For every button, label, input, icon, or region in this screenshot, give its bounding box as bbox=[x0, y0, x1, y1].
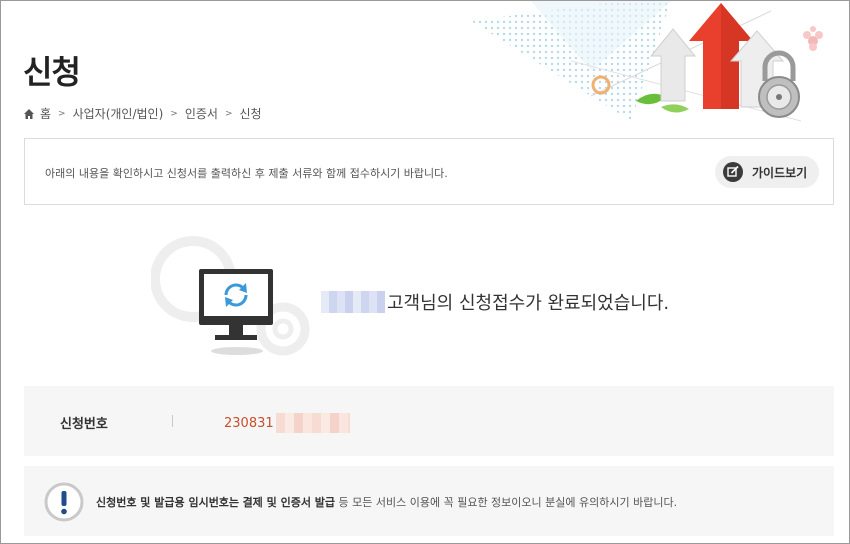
application-number-value: 230831 bbox=[224, 413, 350, 433]
masked-application-number bbox=[275, 413, 350, 433]
divider bbox=[172, 415, 173, 427]
breadcrumb-separator: > bbox=[170, 108, 178, 119]
breadcrumb-item-certificate[interactable]: 인증서 bbox=[185, 105, 218, 122]
edit-icon bbox=[723, 162, 743, 182]
hero-illustration bbox=[471, 1, 823, 122]
notice-box: 아래의 내용을 확인하시고 신청서를 출력하신 후 제출 서류와 함께 접수하시… bbox=[24, 138, 834, 205]
application-number-visible: 230831 bbox=[224, 415, 274, 431]
exclamation-icon bbox=[44, 482, 84, 522]
completion-section: 고객님의 신청접수가 완료되었습니다. bbox=[1, 229, 849, 369]
guide-button[interactable]: 가이드보기 bbox=[715, 156, 819, 188]
application-number-label: 신청번호 bbox=[60, 417, 108, 432]
warning-bold-2: 결제 및 인증서 발급 bbox=[242, 496, 336, 509]
guide-button-label: 가이드보기 bbox=[752, 165, 808, 180]
home-icon[interactable] bbox=[23, 108, 35, 120]
warning-rest: 등 모든 서비스 이용에 꼭 필요한 정보이오니 분실에 유의하시기 바랍니다. bbox=[338, 496, 678, 509]
breadcrumb-item-business[interactable]: 사업자(개인/법인) bbox=[73, 105, 164, 122]
breadcrumb-item-apply: 신청 bbox=[239, 107, 262, 121]
page-title: 신청 bbox=[23, 53, 81, 91]
completion-message-text: 고객님의 신청접수가 완료되었습니다. bbox=[387, 293, 670, 314]
monitor-refresh-illustration bbox=[151, 236, 310, 356]
application-complete-page: 신청 홈 > 사업자(개인/법인) > 인증서 > 신청 아래의 내용을 확인하… bbox=[0, 0, 850, 544]
breadcrumb-separator: > bbox=[58, 108, 66, 119]
breadcrumb-separator: > bbox=[224, 108, 233, 119]
breadcrumb-item-home[interactable]: 홈 bbox=[40, 105, 51, 122]
completion-message: 고객님의 신청접수가 완료되었습니다. bbox=[321, 289, 669, 315]
notice-text: 아래의 내용을 확인하시고 신청서를 출력하신 후 제출 서류와 함께 접수하시… bbox=[45, 167, 448, 180]
warning-bold-1: 신청번호 및 발급용 임시번호는 bbox=[96, 496, 240, 509]
masked-customer-name bbox=[321, 291, 385, 313]
warning-text: 신청번호 및 발급용 임시번호는 결제 및 인증서 발급 등 모든 서비스 이용… bbox=[96, 494, 677, 510]
breadcrumb: 홈 > 사업자(개인/법인) > 인증서 > 신청 bbox=[23, 105, 262, 122]
warning-box: 신청번호 및 발급용 임시번호는 결제 및 인증서 발급 등 모든 서비스 이용… bbox=[24, 466, 834, 536]
application-number-box: 신청번호 230831 bbox=[24, 386, 834, 456]
